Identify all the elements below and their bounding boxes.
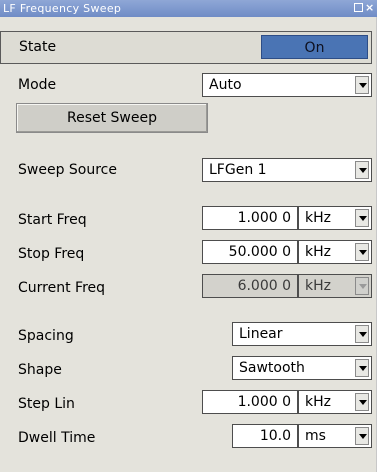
- current-freq-label: Current Freq: [18, 280, 106, 296]
- title-bar: LF Frequency Sweep ×: [0, 0, 377, 17]
- chevron-down-icon: [355, 277, 369, 295]
- chevron-down-icon[interactable]: [355, 243, 369, 261]
- close-icon[interactable]: ×: [365, 2, 374, 13]
- chevron-down-icon[interactable]: [355, 325, 369, 343]
- step-lin-input[interactable]: 1.000 0: [202, 390, 298, 414]
- lf-frequency-sweep-window: LF Frequency Sweep × State On Mode Auto …: [0, 0, 377, 472]
- dwell-time-label: Dwell Time: [18, 430, 96, 446]
- start-freq-unit: kHz: [305, 210, 331, 226]
- chevron-down-icon[interactable]: [355, 393, 369, 411]
- chevron-down-icon[interactable]: [355, 359, 369, 377]
- window-title: LF Frequency Sweep: [3, 2, 122, 15]
- mode-select[interactable]: Auto: [202, 73, 372, 97]
- spacing-value: Linear: [239, 326, 283, 342]
- spacing-label: Spacing: [18, 328, 74, 344]
- dwell-time-unit: ms: [305, 428, 326, 444]
- current-freq-readout: 6.000 0: [202, 274, 298, 298]
- state-row: State On: [0, 31, 372, 64]
- dwell-time-unit-select[interactable]: ms: [298, 424, 372, 448]
- dwell-time-input[interactable]: 10.0: [232, 424, 298, 448]
- maximize-icon[interactable]: [354, 3, 363, 12]
- current-freq-unit: kHz: [305, 278, 331, 294]
- stop-freq-unit-select[interactable]: kHz: [298, 240, 372, 264]
- chevron-down-icon[interactable]: [355, 161, 369, 179]
- chevron-down-icon[interactable]: [355, 76, 369, 94]
- start-freq-input[interactable]: 1.000 0: [202, 206, 298, 230]
- mode-value: Auto: [209, 77, 242, 93]
- shape-select[interactable]: Sawtooth: [232, 356, 372, 380]
- start-freq-unit-select[interactable]: kHz: [298, 206, 372, 230]
- stop-freq-label: Stop Freq: [18, 246, 85, 262]
- sweep-source-value: LFGen 1: [209, 162, 267, 178]
- step-lin-label: Step Lin: [18, 396, 75, 412]
- chevron-down-icon[interactable]: [355, 427, 369, 445]
- step-lin-unit-select[interactable]: kHz: [298, 390, 372, 414]
- state-on-button[interactable]: On: [261, 35, 368, 59]
- shape-value: Sawtooth: [239, 360, 305, 376]
- stop-freq-input[interactable]: 50.000 0: [202, 240, 298, 264]
- sweep-source-label: Sweep Source: [18, 162, 117, 178]
- start-freq-label: Start Freq: [18, 212, 87, 228]
- stop-freq-unit: kHz: [305, 244, 331, 260]
- step-lin-unit: kHz: [305, 394, 331, 410]
- mode-label: Mode: [18, 77, 57, 93]
- spacing-select[interactable]: Linear: [232, 322, 372, 346]
- current-freq-unit-select: kHz: [298, 274, 372, 298]
- chevron-down-icon[interactable]: [355, 209, 369, 227]
- sweep-source-select[interactable]: LFGen 1: [202, 158, 372, 182]
- state-label: State: [19, 39, 57, 55]
- reset-sweep-button[interactable]: Reset Sweep: [16, 103, 208, 133]
- shape-label: Shape: [18, 362, 62, 378]
